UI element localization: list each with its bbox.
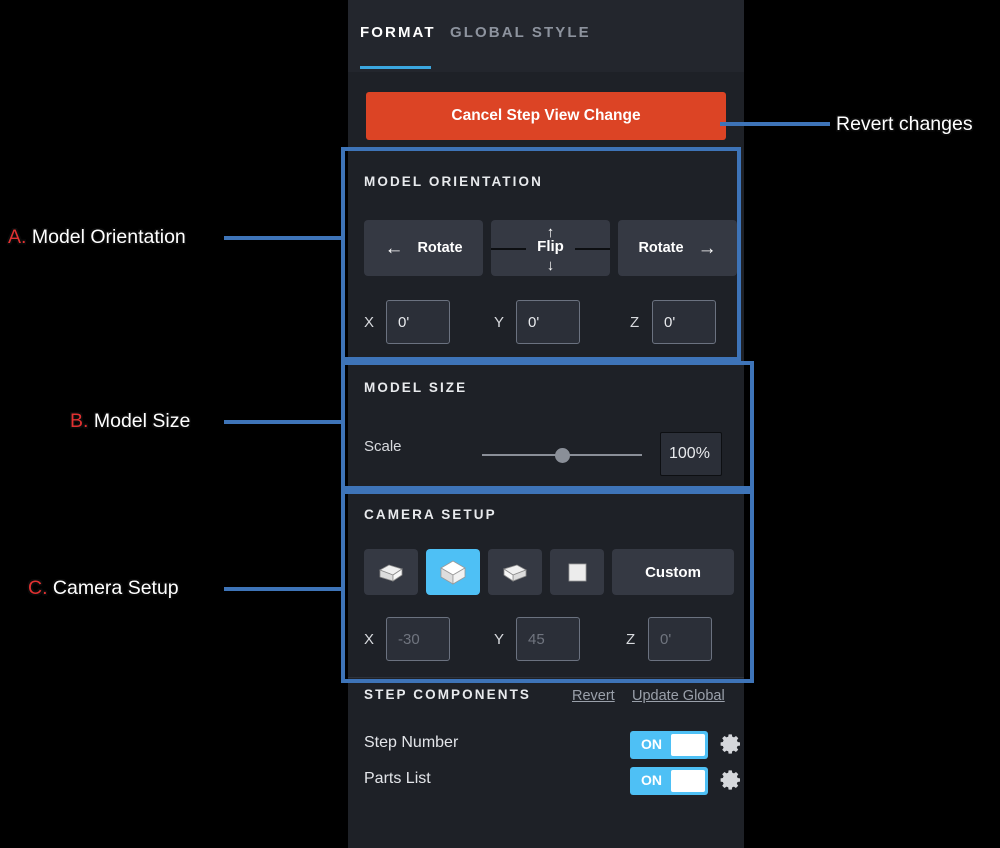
tab-global-style[interactable]: GLOBAL STYLE — [450, 24, 591, 41]
orientation-axis-y-label: Y — [494, 313, 505, 331]
annotation-letter-a: A. — [8, 226, 27, 248]
annotation-revert-changes: Revert changes — [836, 113, 973, 136]
step-components-title: STEP COMPONENTS — [364, 687, 532, 702]
annotation-letter-b: B. — [70, 410, 89, 432]
annotation-camera-setup: C. Camera Setup — [28, 577, 179, 600]
leader-line-revert — [720, 122, 830, 126]
camera-setup-title: CAMERA SETUP — [364, 507, 497, 522]
parts-list-gear-icon[interactable] — [719, 768, 743, 797]
model-orientation-section: MODEL ORIENTATION ← Rotate ↑ Flip ↓ Rota… — [348, 152, 744, 360]
arrow-right-icon: → — [697, 237, 717, 259]
tab-bar: FORMAT GLOBAL STYLE — [348, 0, 744, 72]
rotate-right-label: Rotate — [638, 240, 684, 256]
camera-setup-section: CAMERA SETUP Custom X -30 Y 45 Z 0' — [348, 489, 744, 679]
annotation-text-b: Model Size — [88, 410, 191, 432]
cancel-step-view-change-button[interactable]: Cancel Step View Change — [366, 92, 726, 140]
step-number-label: Step Number — [364, 734, 459, 751]
front-square-icon — [568, 563, 587, 582]
camera-axis-z-input[interactable] — [648, 617, 712, 661]
leader-line-c — [224, 587, 344, 591]
step-component-row: Step Number ON — [364, 731, 740, 759]
annotation-letter-c: C. — [28, 577, 48, 599]
orientation-axis-z-label: Z — [630, 313, 640, 331]
step-number-gear-icon[interactable] — [719, 732, 743, 761]
iso-center-cube-icon — [440, 560, 466, 585]
scale-value-input[interactable] — [660, 432, 722, 476]
iso-left-cube-icon — [379, 564, 403, 582]
step-number-toggle[interactable]: ON — [630, 731, 708, 759]
scale-slider[interactable] — [482, 446, 642, 464]
annotation-model-orientation: A. Model Orientation — [8, 226, 186, 249]
model-orientation-title: MODEL ORIENTATION — [364, 174, 543, 189]
flip-button[interactable]: ↑ Flip ↓ — [491, 220, 610, 276]
revert-link[interactable]: Revert — [572, 688, 615, 704]
annotation-text-a: Model Orientation — [26, 226, 186, 248]
orientation-axis-y-input[interactable] — [516, 300, 580, 344]
arrow-down-icon: ↓ — [546, 257, 555, 274]
leader-line-a — [224, 236, 344, 240]
scale-label: Scale — [364, 438, 402, 455]
parts-list-toggle-label: ON — [641, 772, 662, 788]
camera-view-iso-right-button[interactable] — [488, 549, 542, 595]
parts-list-toggle-knob — [671, 770, 705, 792]
iso-right-cube-icon — [503, 564, 527, 582]
flip-label: Flip — [537, 238, 564, 255]
camera-view-custom-button[interactable]: Custom — [612, 549, 734, 595]
model-size-section: MODEL SIZE Scale — [348, 360, 744, 488]
parts-list-toggle[interactable]: ON — [630, 767, 708, 795]
annotation-model-size: B. Model Size — [70, 410, 190, 433]
orientation-axis-z-input[interactable] — [652, 300, 716, 344]
camera-view-iso-left-button[interactable] — [364, 549, 418, 595]
camera-axis-x-label: X — [364, 630, 375, 648]
model-size-title: MODEL SIZE — [364, 380, 468, 395]
step-number-toggle-knob — [671, 734, 705, 756]
step-number-toggle-label: ON — [641, 736, 662, 752]
orientation-axis-x-input[interactable] — [386, 300, 450, 344]
parts-list-label: Parts List — [364, 770, 431, 787]
annotation-text-revert: Revert changes — [836, 113, 973, 135]
step-component-row: Parts List ON — [364, 767, 740, 795]
orientation-axis-x-label: X — [364, 313, 375, 331]
camera-axis-z-label: Z — [626, 630, 636, 648]
camera-view-iso-center-button[interactable] — [426, 549, 480, 595]
tab-format[interactable]: FORMAT — [360, 24, 436, 41]
rotate-left-button[interactable]: ← Rotate — [364, 220, 483, 276]
format-panel: FORMAT GLOBAL STYLE Cancel Step View Cha… — [348, 0, 744, 848]
update-global-link[interactable]: Update Global — [632, 688, 725, 704]
step-components-section: STEP COMPONENTS Revert Update Global Ste… — [348, 679, 744, 848]
rotate-left-label: Rotate — [417, 240, 463, 256]
camera-section-divider — [348, 677, 744, 678]
screenshot-root: FORMAT GLOBAL STYLE Cancel Step View Cha… — [0, 0, 1000, 848]
camera-axis-y-input[interactable] — [516, 617, 580, 661]
annotation-text-c: Camera Setup — [47, 577, 179, 599]
arrow-left-icon: ← — [384, 237, 404, 259]
active-tab-underline — [360, 66, 431, 69]
camera-axis-x-input[interactable] — [386, 617, 450, 661]
scale-slider-thumb[interactable] — [555, 448, 570, 463]
camera-view-front-button[interactable] — [550, 549, 604, 595]
camera-axis-y-label: Y — [494, 630, 505, 648]
leader-line-b — [224, 420, 344, 424]
flip-inner: ↑ Flip ↓ — [491, 220, 610, 276]
rotate-right-button[interactable]: Rotate → — [618, 220, 737, 276]
